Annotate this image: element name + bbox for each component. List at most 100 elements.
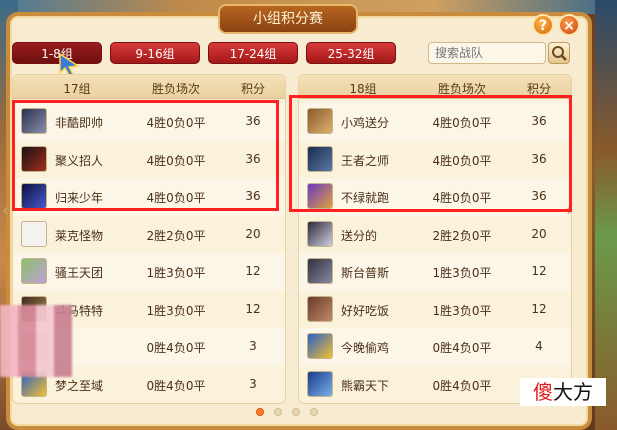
prev-page-arrow-icon[interactable]: ‹ bbox=[2, 200, 9, 221]
pixelated-overlay bbox=[0, 305, 72, 377]
team-points: 12 bbox=[531, 301, 547, 316]
team-record: 0胜4负0平 bbox=[432, 378, 492, 393]
team-record: 0胜4负0平 bbox=[146, 341, 206, 355]
team-avatar bbox=[21, 183, 47, 209]
team-avatar bbox=[307, 333, 333, 359]
team-points: 20 bbox=[531, 226, 547, 241]
team-name: 骚王天团 bbox=[55, 266, 104, 280]
team-points: 3 bbox=[249, 339, 257, 353]
team-row[interactable]: 莱克怪物 2胜2负0平 20 bbox=[13, 216, 285, 254]
page-dot[interactable] bbox=[256, 408, 264, 416]
team-avatar bbox=[21, 145, 47, 172]
group-name-header: 17组 bbox=[63, 82, 91, 96]
points-header: 积分 bbox=[526, 82, 551, 96]
record-header: 胜负场次 bbox=[151, 82, 200, 96]
team-points: 36 bbox=[531, 114, 547, 128]
team-avatar bbox=[21, 258, 47, 284]
team-record: 4胜0负0平 bbox=[432, 153, 492, 168]
team-points: 20 bbox=[245, 226, 261, 241]
team-name: 熊霸天下 bbox=[341, 378, 390, 393]
team-record: 4胜0负0平 bbox=[146, 191, 206, 205]
team-avatar bbox=[307, 145, 333, 172]
team-row[interactable]: 骚王天团 1胜3负0平 12 bbox=[13, 253, 285, 291]
team-search-input[interactable] bbox=[428, 42, 546, 64]
watermark: 傻大方 bbox=[520, 378, 606, 406]
team-row[interactable]: 不绿就跑 4胜0负0平 36 bbox=[299, 178, 571, 216]
team-avatar bbox=[21, 108, 47, 134]
background-scene-right bbox=[595, 0, 617, 430]
team-record: 4胜0负0平 bbox=[146, 153, 206, 168]
team-row[interactable]: 小鸡送分 4胜0负0平 36 bbox=[299, 103, 571, 141]
team-record: 2胜2负0平 bbox=[432, 228, 492, 243]
page-dot[interactable] bbox=[310, 408, 318, 416]
tab-17-24[interactable]: 17-24组 bbox=[208, 42, 298, 64]
tab-9-16[interactable]: 9-16组 bbox=[110, 42, 200, 64]
team-points: 3 bbox=[249, 376, 257, 391]
search-button[interactable] bbox=[548, 42, 570, 64]
team-points: 36 bbox=[531, 151, 547, 166]
watermark-rest: 大方 bbox=[553, 380, 593, 404]
team-avatar bbox=[307, 258, 333, 284]
team-record: 2胜2负0平 bbox=[146, 228, 206, 243]
team-points: 12 bbox=[245, 301, 261, 316]
table-header: 17组 胜负场次 积分 bbox=[13, 75, 285, 99]
watermark-text: 傻大方 bbox=[533, 380, 593, 404]
panel-title: 小组积分赛 bbox=[218, 4, 358, 34]
team-name: 莱克怪物 bbox=[55, 228, 104, 243]
team-record: 1胜3负0平 bbox=[432, 266, 492, 280]
team-record: 1胜3负0平 bbox=[146, 266, 206, 280]
team-avatar bbox=[307, 220, 333, 247]
team-row[interactable]: 好好吃饭 1胜3负0平 12 bbox=[299, 291, 571, 329]
close-button[interactable]: × bbox=[558, 14, 580, 36]
team-name: 不绿就跑 bbox=[341, 191, 390, 205]
team-name: 非酷即帅 bbox=[55, 116, 104, 130]
team-points: 12 bbox=[245, 264, 261, 278]
team-record: 4胜0负0平 bbox=[146, 116, 206, 130]
record-header: 胜负场次 bbox=[437, 82, 486, 96]
team-name: 送分的 bbox=[341, 228, 378, 243]
team-points: 36 bbox=[245, 114, 261, 128]
next-page-arrow-icon[interactable]: › bbox=[566, 200, 573, 221]
team-row[interactable]: 聚义招人 4胜0负0平 36 bbox=[13, 141, 285, 179]
tab-25-32[interactable]: 25-32组 bbox=[306, 42, 396, 64]
team-avatar bbox=[307, 183, 333, 209]
help-button[interactable]: ? bbox=[532, 14, 554, 36]
question-icon: ? bbox=[538, 18, 548, 34]
team-name: 斯台普斯 bbox=[341, 266, 390, 280]
watermark-first-char: 傻 bbox=[533, 380, 553, 404]
team-record: 1胜3负0平 bbox=[432, 303, 492, 318]
group-18-table: 18组 胜负场次 积分 小鸡送分 4胜0负0平 36 王者之师 4胜0负0平 3… bbox=[298, 74, 572, 404]
team-avatar bbox=[307, 370, 333, 397]
page-dot[interactable] bbox=[274, 408, 282, 416]
team-record: 0胜4负0平 bbox=[432, 341, 492, 355]
team-record: 4胜0负0平 bbox=[432, 191, 492, 205]
page-dot[interactable] bbox=[292, 408, 300, 416]
team-record: 0胜4负0平 bbox=[146, 378, 206, 393]
team-name: 梦之至域 bbox=[55, 378, 104, 393]
search-icon bbox=[552, 46, 567, 61]
team-name: 小鸡送分 bbox=[341, 116, 390, 130]
team-row[interactable]: 非酷即帅 4胜0负0平 36 bbox=[13, 103, 285, 141]
close-icon: × bbox=[563, 18, 575, 34]
team-points: 4 bbox=[535, 339, 543, 353]
team-points: 12 bbox=[531, 264, 547, 278]
team-record: 4胜0负0平 bbox=[432, 116, 492, 130]
team-points: 36 bbox=[245, 189, 261, 203]
team-row[interactable]: 送分的 2胜2负0平 20 bbox=[299, 216, 571, 254]
team-row[interactable]: 王者之师 4胜0负0平 36 bbox=[299, 141, 571, 179]
team-row[interactable]: 今晚偷鸡 0胜4负0平 4 bbox=[299, 328, 571, 366]
group-name-header: 18组 bbox=[349, 82, 377, 96]
team-avatar bbox=[21, 220, 47, 247]
page-indicator bbox=[256, 408, 326, 418]
team-name: 归来少年 bbox=[55, 191, 104, 205]
team-row[interactable]: 斯台普斯 1胜3负0平 12 bbox=[299, 253, 571, 291]
team-row[interactable]: 归来少年 4胜0负0平 36 bbox=[13, 178, 285, 216]
team-name: 好好吃饭 bbox=[341, 303, 390, 318]
team-record: 1胜3负0平 bbox=[146, 303, 206, 318]
team-points: 36 bbox=[245, 151, 261, 166]
table-header: 18组 胜负场次 积分 bbox=[299, 75, 571, 99]
team-avatar bbox=[307, 295, 333, 322]
points-header: 积分 bbox=[240, 82, 265, 96]
team-name: 王者之师 bbox=[341, 153, 390, 168]
team-name: 聚义招人 bbox=[55, 153, 104, 168]
